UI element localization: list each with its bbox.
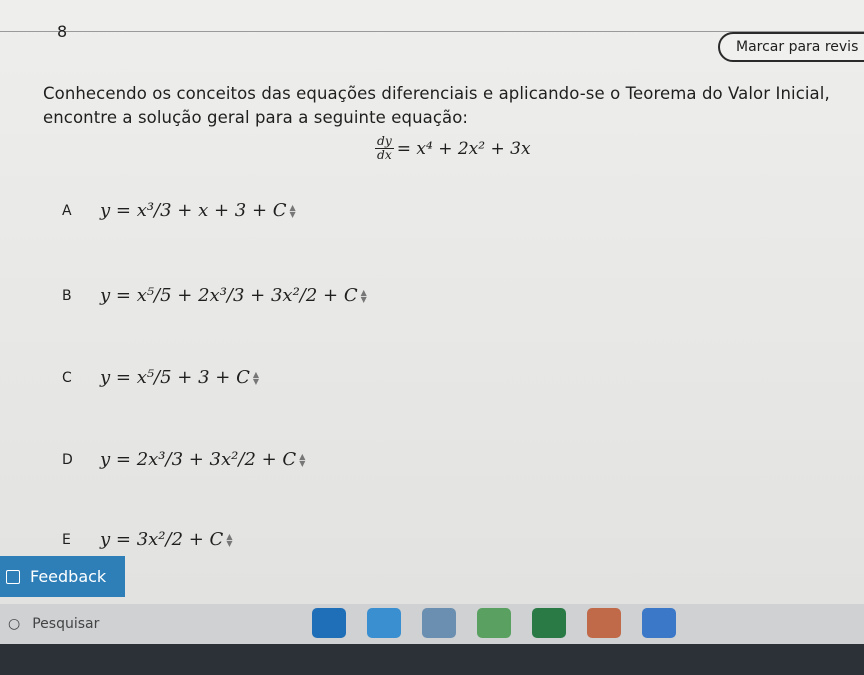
mark-for-review-button[interactable]: Marcar para revis: [718, 32, 864, 62]
formula-text: y = x⁵/5 + 2x³/3 + 3x²/2 + C: [100, 285, 358, 306]
taskbar-search[interactable]: ○ Pesquisar: [0, 604, 300, 644]
photos-app-icon[interactable]: [642, 608, 676, 638]
question-number: 8: [57, 22, 68, 41]
excel-app-icon[interactable]: [532, 608, 566, 638]
question-equation: dy dx = x⁴ + 2x² + 3x: [372, 134, 531, 163]
option-letter: A: [62, 202, 72, 219]
screen-bezel: [0, 644, 864, 675]
formula-text: y = 3x²/2 + C: [100, 529, 224, 550]
option-formula: y = x⁵/5 + 3 + C ▲ ▼: [100, 367, 259, 388]
option-d[interactable]: D y = 2x³/3 + 3x²/2 + C ▲ ▼: [62, 449, 305, 470]
chrome-app-icon[interactable]: [367, 608, 401, 638]
browser-app-icon[interactable]: [587, 608, 621, 638]
stepper-icon: ▲ ▼: [360, 287, 367, 304]
stepper-icon: ▲ ▼: [252, 369, 260, 386]
stepper-icon: ▲ ▼: [289, 202, 296, 219]
equation-rhs: = x⁴ + 2x² + 3x: [396, 138, 531, 159]
option-letter: B: [62, 287, 72, 304]
option-e[interactable]: E y = 3x²/2 + C ▲ ▼: [62, 529, 232, 550]
option-a[interactable]: A y = x³/3 + x + 3 + C ▲ ▼: [62, 200, 296, 221]
option-b[interactable]: B y = x⁵/5 + 2x³/3 + 3x²/2 + C ▲ ▼: [62, 285, 367, 306]
stepper-icon: ▲ ▼: [226, 531, 233, 548]
search-icon: ○: [8, 616, 21, 632]
exam-page: 8 Marcar para revis Conhecendo os concei…: [0, 0, 864, 604]
option-formula: y = 2x³/3 + 3x²/2 + C ▲ ▼: [100, 449, 305, 470]
option-letter: D: [62, 451, 73, 468]
option-formula: y = x⁵/5 + 2x³/3 + 3x²/2 + C ▲ ▼: [100, 285, 367, 306]
formula-text: y = 2x³/3 + 3x²/2 + C: [100, 449, 297, 470]
option-c[interactable]: C y = x⁵/5 + 3 + C ▲ ▼: [62, 367, 259, 388]
feedback-label: Feedback: [30, 567, 107, 586]
question-text: Conhecendo os conceitos das equações dif…: [43, 84, 830, 127]
taskbar: ○ Pesquisar: [0, 604, 864, 644]
search-placeholder: Pesquisar: [32, 616, 100, 632]
equation-denominator: dx: [375, 148, 394, 163]
feedback-icon: [6, 569, 20, 584]
files-app-icon[interactable]: [422, 608, 456, 638]
stepper-icon: ▲ ▼: [299, 451, 306, 468]
option-letter: E: [62, 531, 71, 548]
option-formula: y = x³/3 + x + 3 + C ▲ ▼: [100, 200, 296, 221]
option-letter: C: [62, 369, 72, 386]
feedback-button[interactable]: Feedback: [0, 556, 125, 597]
taskbar-apps: [312, 608, 697, 638]
drive-app-icon[interactable]: [477, 608, 511, 638]
option-formula: y = 3x²/2 + C ▲ ▼: [100, 529, 232, 550]
edge-app-icon[interactable]: [312, 608, 346, 638]
formula-text: y = x⁵/5 + 3 + C: [100, 367, 250, 388]
formula-text: y = x³/3 + x + 3 + C: [100, 200, 287, 221]
equation-numerator: dy: [377, 134, 392, 148]
